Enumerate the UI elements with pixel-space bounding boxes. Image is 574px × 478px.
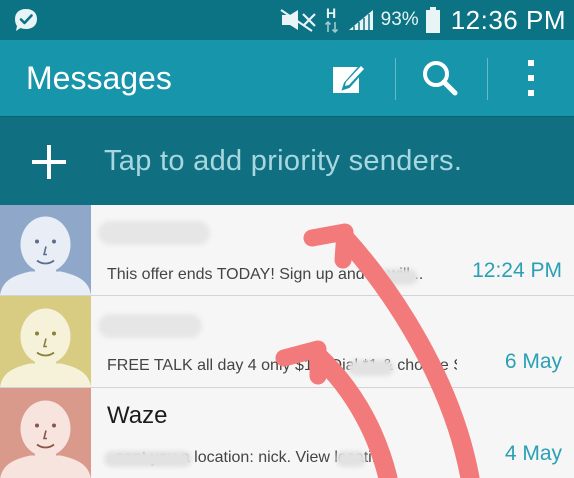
list-item[interactable]: Waze . sent you a location: nick. View l… [0,388,574,478]
snippet-redaction [348,360,394,376]
battery-icon [425,7,440,33]
action-divider [487,58,488,100]
snippet-redaction [336,451,366,467]
message-time: 12:24 PM [472,259,562,282]
add-priority-senders-button[interactable]: Tap to add priority senders. [0,116,574,205]
network-label: H [326,5,336,21]
action-divider [395,58,396,100]
sender-name-redacted [98,221,210,245]
avatar [0,296,91,387]
priority-senders-label: Tap to add priority senders. [104,145,463,177]
compose-icon [333,63,367,93]
action-bar: Messages [0,40,574,116]
search-icon [423,61,458,96]
mute-icon [280,9,316,32]
plus-icon [32,145,66,179]
overflow-menu-icon [528,60,534,96]
snippet-redaction [104,451,192,467]
app-notification-icon [15,9,37,31]
sender-name: Waze [107,402,168,429]
search-button[interactable] [408,40,472,116]
avatar [0,388,91,478]
message-snippet: FREE TALK all day 4 only $10! Dial *1 & … [107,357,457,374]
message-time: 4 May [504,442,562,465]
avatar [0,205,91,295]
snippet-redaction [376,269,418,285]
overflow-menu-button[interactable] [508,40,554,116]
compose-button[interactable] [318,40,380,116]
clock: 12:36 PM [450,4,566,35]
list-item[interactable]: FREE TALK all day 4 only $10! Dial *1 & … [0,296,574,388]
status-bar: H 93% 12:36 PM [0,0,574,40]
message-time: 6 May [504,350,562,373]
network-type-icon: H [324,5,338,34]
signal-icon [348,10,373,30]
message-list: This offer ends TODAY! Sign up and br wi… [0,205,574,478]
page-title: Messages [26,60,172,96]
battery-percentage: 93% [380,9,419,30]
list-item[interactable]: This offer ends TODAY! Sign up and br wi… [0,205,574,296]
sender-name-redacted [98,314,202,338]
